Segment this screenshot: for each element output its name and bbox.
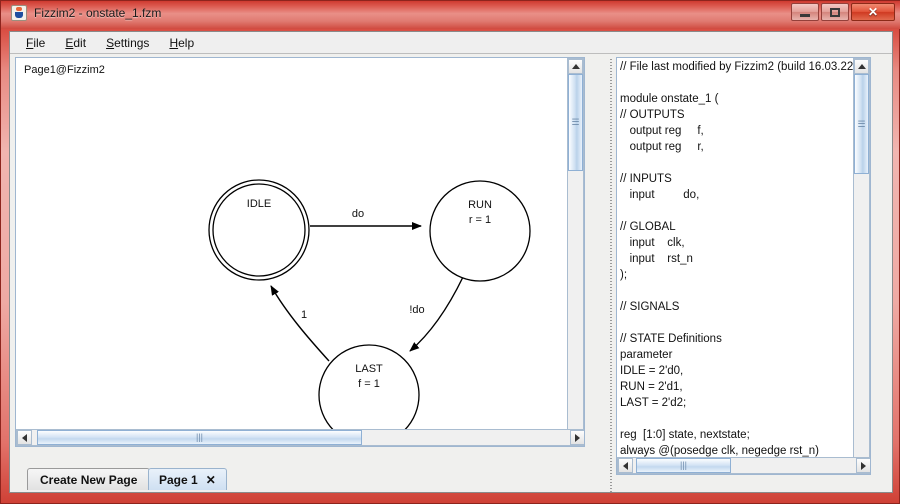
state-node-run[interactable]: RUN r = 1: [429, 180, 531, 282]
scroll-right-button[interactable]: [570, 430, 584, 445]
arrow-right-icon: [575, 433, 580, 442]
minimize-icon: [800, 13, 810, 17]
menu-help[interactable]: Help: [159, 34, 204, 52]
page-tab-label: Page 1: [159, 472, 198, 487]
diagram-pane: Page1@Fizzim2 do !do 1 IDLE RUN r = 1 LA…: [15, 57, 603, 465]
maximize-button[interactable]: [821, 3, 849, 21]
transition-run-last[interactable]: !do: [409, 276, 464, 352]
code-scroll-right-button[interactable]: [856, 458, 870, 473]
maximize-icon: [830, 7, 840, 17]
arrow-up-icon: [571, 64, 580, 69]
window-controls: ✕: [791, 3, 895, 21]
split-pane: Page1@Fizzim2 do !do 1 IDLE RUN r = 1 LA…: [10, 54, 892, 492]
menu-edit[interactable]: Edit: [55, 34, 96, 52]
transition-label-do: do: [352, 208, 364, 220]
arrow-up-icon: [857, 64, 866, 69]
application-window: Fizzim2 - onstate_1.fzm ✕ File Edit Sett…: [0, 0, 900, 504]
scroll-left-button[interactable]: [17, 430, 32, 445]
generated-verilog-code: // File last modified by Fizzim2 (build …: [620, 61, 858, 473]
state-name-last: LAST: [355, 363, 383, 375]
close-tab-icon[interactable]: ✕: [206, 473, 216, 487]
menu-bar: File Edit Settings Help: [10, 32, 892, 54]
code-horizontal-scrollbar[interactable]: |||: [617, 457, 870, 474]
state-output-run: r = 1: [469, 214, 491, 226]
menu-file[interactable]: File: [16, 34, 55, 52]
scroll-up-button[interactable]: [568, 59, 583, 74]
create-new-page-button[interactable]: Create New Page: [27, 468, 151, 490]
canvas-vscroll-thumb[interactable]: ☰: [568, 74, 583, 171]
arrow-left-icon: [623, 461, 628, 470]
window-title: Fizzim2 - onstate_1.fzm: [34, 6, 162, 20]
code-vertical-scrollbar[interactable]: ☰: [853, 58, 870, 474]
canvas-hscroll-thumb[interactable]: |||: [37, 430, 362, 445]
fsm-diagram: do !do 1 IDLE RUN r = 1 LAST f = 1: [208, 179, 531, 446]
transition-label-not-do: !do: [409, 304, 424, 316]
code-pane: // File last modified by Fizzim2 (build …: [616, 57, 888, 492]
client-area: File Edit Settings Help Page1@Fizzim2 do…: [9, 31, 893, 493]
arrow-left-icon: [22, 433, 27, 442]
split-pane-divider[interactable]: [607, 57, 616, 492]
state-name-run: RUN: [468, 199, 492, 211]
grip-icon: |||: [679, 460, 687, 470]
grip-icon: ☰: [571, 117, 580, 127]
code-hscroll-thumb[interactable]: |||: [636, 458, 731, 473]
code-vscroll-thumb[interactable]: ☰: [854, 74, 869, 174]
close-icon: ✕: [867, 5, 879, 19]
code-scroll-up-button[interactable]: [854, 59, 869, 74]
page-tab-strip: Create New Page Page 1 ✕: [15, 468, 603, 492]
minimize-button[interactable]: [791, 3, 819, 21]
code-viewer[interactable]: // File last modified by Fizzim2 (build …: [616, 57, 871, 475]
state-node-idle[interactable]: IDLE: [208, 179, 310, 281]
canvas-vertical-scrollbar[interactable]: ☰: [567, 58, 584, 446]
page-tab-page-1[interactable]: Page 1 ✕: [148, 468, 227, 490]
state-name-idle: IDLE: [247, 198, 271, 210]
transition-label-one: 1: [301, 309, 307, 321]
grip-icon: |||: [195, 432, 203, 442]
close-button[interactable]: ✕: [851, 3, 895, 21]
menu-settings[interactable]: Settings: [96, 34, 159, 52]
canvas-horizontal-scrollbar[interactable]: |||: [16, 429, 584, 446]
title-area: Fizzim2 - onstate_1.fzm: [11, 5, 161, 21]
grip-icon: ☰: [857, 118, 866, 129]
arrow-right-icon: [861, 461, 866, 470]
transition-idle-run[interactable]: do: [310, 208, 422, 230]
state-output-last: f = 1: [358, 378, 380, 390]
java-coffee-cup-icon: [11, 5, 27, 21]
fsm-canvas[interactable]: Page1@Fizzim2 do !do 1 IDLE RUN r = 1 LA…: [15, 57, 585, 447]
transition-last-idle[interactable]: 1: [270, 285, 330, 362]
code-scroll-left-button[interactable]: [618, 458, 633, 473]
title-bar[interactable]: Fizzim2 - onstate_1.fzm ✕: [1, 1, 900, 29]
